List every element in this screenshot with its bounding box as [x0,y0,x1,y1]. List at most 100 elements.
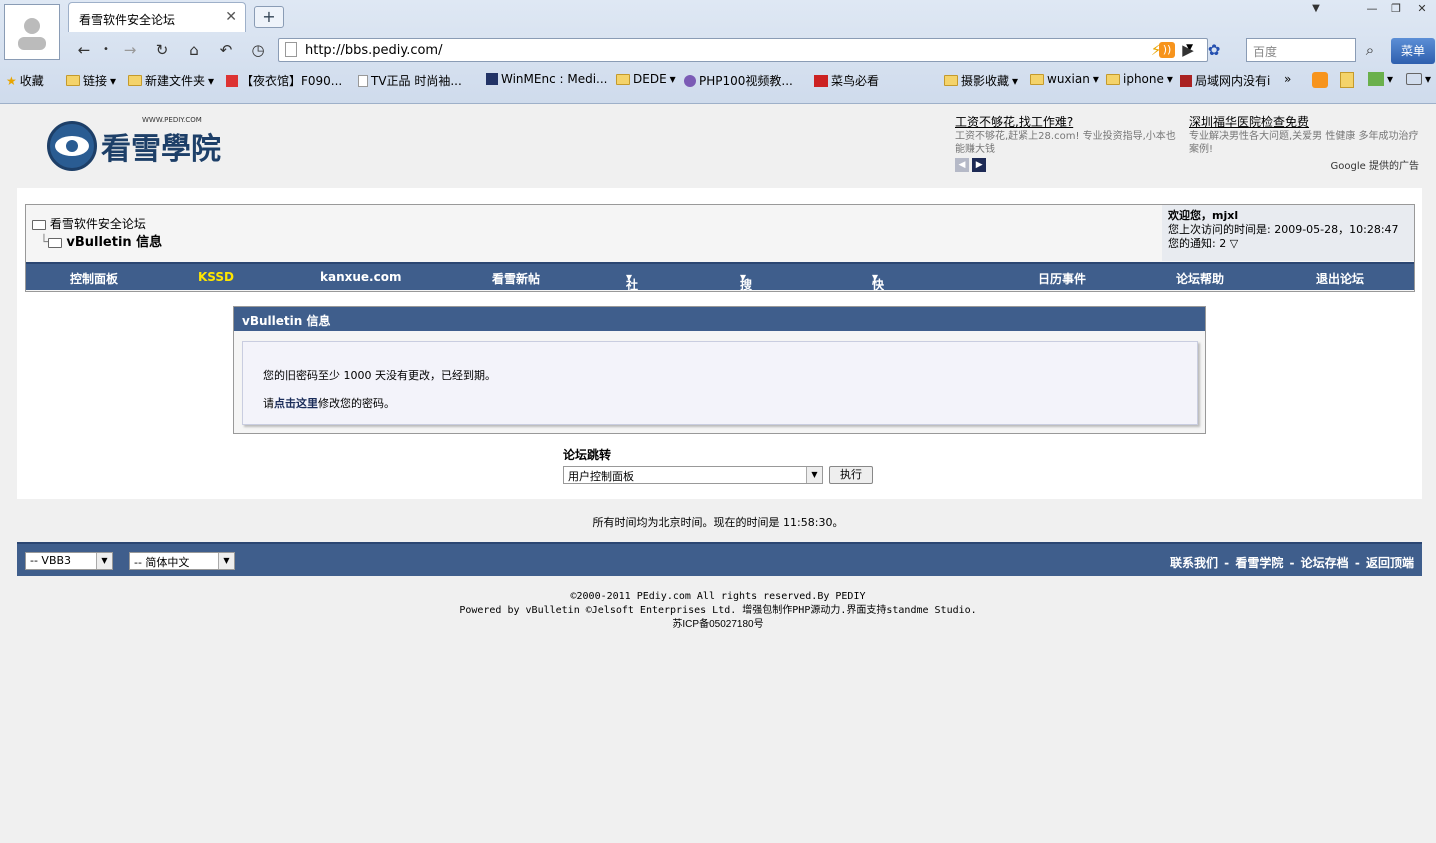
message-title: vBulletin 信息 [234,307,1205,331]
site-icon [226,74,238,87]
bookmark-lan[interactable]: 局域网内没有i [1180,72,1270,89]
time-info: 所有时间均为北京时间。现在的时间是 11:58:30。 [592,516,844,529]
new-tab-button[interactable]: + [254,6,284,28]
last-visit: 您上次访问的时间是: 2009-05-28，10:28:47 [1168,223,1399,236]
forum-header: WWW.PEDIY.COM 看雪學院 工资不够花,找工作难? 工资不够花,赶紧上… [17,104,1422,188]
ad-1-title[interactable]: 工资不够花,找工作难? [955,115,1073,129]
footer-bar: -- VBB3 ▼ -- 简体中文 ▼ 联系我们 - 看雪学院 - 论坛存档 - 返… [17,542,1422,576]
message-box: vBulletin 信息 您的旧密码至少 1000 天没有更改，已经到期。 请点… [233,306,1206,434]
camera-icon[interactable]: ▾ [1406,72,1431,86]
go-button[interactable]: 执行 [829,466,873,484]
bookmark-newbie[interactable]: 菜鸟必看 [814,72,879,89]
nav-new-posts[interactable]: 看雪新帖 [492,270,540,287]
baidu-icon[interactable]: ✿ [1204,40,1224,60]
folder-icon [616,73,630,85]
clock-icon[interactable]: ◷ [248,40,268,60]
browser-tab[interactable]: 看雪软件安全论坛 ✕ [68,2,246,32]
bookmark-wuxian[interactable]: wuxian ▾ [1030,72,1099,86]
bookmark-iphone[interactable]: iphone ▾ [1106,72,1173,86]
google-ads-label[interactable]: Google 提供的广告 [1189,160,1419,173]
history-dot-icon[interactable]: • [96,40,116,60]
back-icon[interactable]: ← [74,40,94,60]
nav-control-panel[interactable]: 控制面板 [70,270,118,287]
bookmark-php100[interactable]: PHP100视频教... [684,72,793,89]
logo-url: WWW.PEDIY.COM [142,116,202,124]
maximize-button[interactable]: ❐ [1384,0,1408,18]
bookmark-favorites[interactable]: ★ 收藏 [6,72,44,89]
breadcrumb: 看雪软件安全论坛 [32,215,146,232]
language-select[interactable]: -- 简体中文 ▼ [129,552,235,570]
rss-feed-icon[interactable] [1312,72,1328,88]
play-icon[interactable]: ▶ [1178,40,1198,60]
message-body: 您的旧密码至少 1000 天没有更改，已经到期。 请点击这里修改您的密码。 [242,341,1198,425]
footer-links[interactable]: 联系我们 - 看雪学院 - 论坛存档 - 返回顶端 [1170,554,1414,571]
bookmark-tv[interactable]: TV正品 时尚袖... [358,72,462,89]
chevron-down-icon[interactable]: ▼ [218,553,234,569]
site-logo[interactable]: WWW.PEDIY.COM 看雪學院 [47,116,237,176]
page-title: vBulletin 信息 [66,235,163,250]
nav-help[interactable]: 论坛帮助 [1176,270,1224,287]
search-icon[interactable]: ⌕ [1360,40,1380,60]
ad-block-1[interactable]: 工资不够花,找工作难? 工资不够花,赶紧上28.com! 专业投资指导,小本也能… [955,116,1185,172]
folder-icon [1106,73,1120,85]
nav-search[interactable]: 搜索 ▾ [740,270,752,309]
search-placeholder: 百度 [1253,45,1278,59]
bookmark-yeyiguan[interactable]: 【夜衣馆】F090... [226,72,342,89]
notices-row[interactable]: 您的通知: 2 ▽ [1168,237,1408,251]
chevron-down-icon[interactable]: ▼ [96,553,112,569]
tools-icon[interactable]: ▾ [1368,72,1393,86]
close-window-button[interactable]: ✕ [1410,0,1434,18]
nav-calendar[interactable]: 日历事件 [1038,270,1086,287]
lightning-icon[interactable]: ⚡ [1146,40,1166,60]
change-password-link[interactable]: 点击这里 [274,397,318,410]
folder-icon [1030,73,1044,85]
bookmark-dede[interactable]: DEDE ▾ [616,72,676,86]
ad-2-text: 专业解决男性各大问题,关爱男 性健康 多年成功治疗案例! [1189,131,1419,155]
message-line-2: 请点击这里修改您的密码。 [263,397,395,410]
ad-next-icon[interactable]: ▶ [972,158,987,172]
menu-button[interactable]: 菜单 [1391,38,1435,64]
breadcrumb-current: └ vBulletin 信息 [40,235,163,250]
php-icon [684,74,696,87]
user-info: 欢迎您，mjxl 您上次访问的时间是: 2009-05-28，10:28:47 … [1162,205,1414,261]
forum-nav: 控制面板 KSSD kanxue.com 看雪新帖 社区 ▾ 搜索 ▾ 快速链接… [26,262,1414,343]
forum-jump-label: 论坛跳转 [563,448,612,462]
forward-icon[interactable]: → [120,40,140,60]
home-icon[interactable]: ⌂ [184,40,204,60]
breadcrumb-root[interactable]: 看雪软件安全论坛 [50,217,146,231]
tab-list-icon[interactable]: ▼ [1304,0,1328,18]
forum-jump-select[interactable]: 用户控制面板 ▼ [563,466,823,484]
ad-prev-icon[interactable]: ◀ [955,158,969,172]
site-icon [486,73,498,85]
ad-block-2[interactable]: 深圳福华医院检查免费 专业解决男性各大问题,关爱男 性健康 多年成功治疗案例! … [1189,116,1419,173]
nav-quick-links[interactable]: 快速链接 ▾ [872,270,884,343]
user-avatar[interactable] [4,4,60,60]
user-icon [18,18,46,50]
folder-icon [32,219,46,230]
copyright: ©2000-2011 PEdiy.com All rights reserved… [0,590,1436,632]
chevron-down-icon[interactable]: ▼ [806,467,822,483]
bookmark-links[interactable]: 链接 ▾ [66,72,116,89]
bookmark-new-folder[interactable]: 新建文件夹 ▾ [128,72,214,89]
nav-kssd[interactable]: KSSD [198,270,234,284]
copyright-line-2: Powered by vBulletin ©Jelsoft Enterprise… [459,605,977,616]
ad-2-title[interactable]: 深圳福华医院检查免费 [1189,115,1309,129]
close-tab-icon[interactable]: ✕ [225,9,237,25]
style-select[interactable]: -- VBB3 ▼ [25,552,113,570]
nav-community[interactable]: 社区 ▾ [626,270,638,309]
bookmark-photo[interactable]: 摄影收藏 ▾ [944,72,1018,89]
minimize-button[interactable]: — [1360,0,1384,18]
site-icon [1180,74,1192,87]
refresh-icon[interactable]: ↻ [152,40,172,60]
chevron-down-icon[interactable]: ▽ [1230,237,1238,250]
search-input[interactable]: 百度 [1246,38,1356,62]
nav-kanxue[interactable]: kanxue.com [320,270,401,284]
nav-logout[interactable]: 退出论坛 [1316,270,1364,287]
address-bar[interactable]: http://bbs.pediy.com/ )) ▼ [278,38,1208,62]
undo-icon[interactable]: ↶ [216,40,236,60]
notes-icon[interactable] [1340,72,1354,88]
more-bookmarks-icon[interactable]: » [1284,72,1291,86]
top-box: 看雪软件安全论坛 └ vBulletin 信息 欢迎您，mjxl 您上次访问的时… [25,204,1415,343]
bookmark-winmenc[interactable]: WinMEnc : Medi... [486,72,607,86]
welcome-text: 欢迎您，mjxl [1168,209,1239,222]
